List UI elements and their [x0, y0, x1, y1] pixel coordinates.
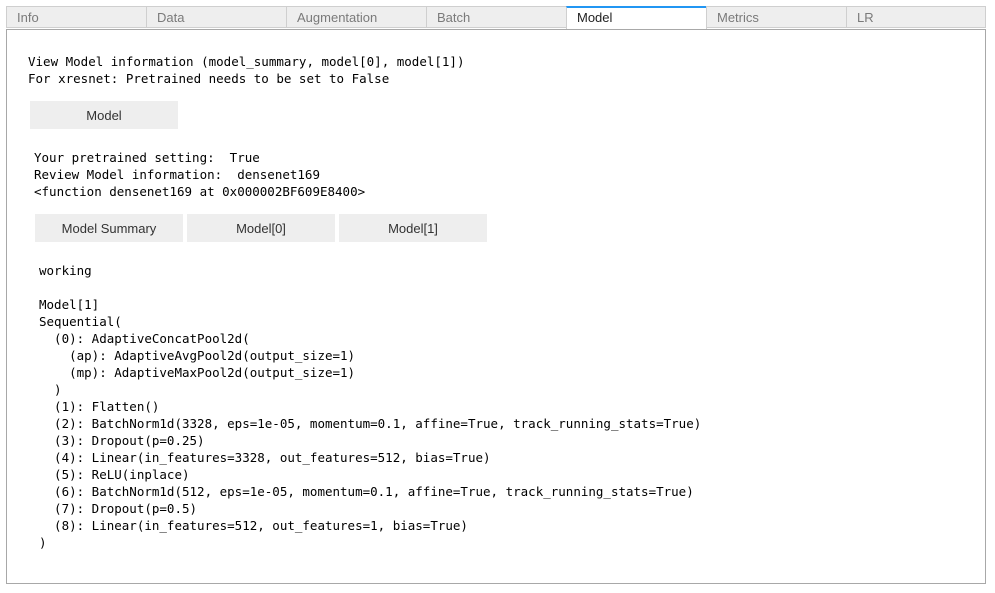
output-line: (6): BatchNorm1d(512, eps=1e-05, momentu… [39, 484, 694, 499]
output-line: (ap): AdaptiveAvgPool2d(output_size=1) [39, 348, 356, 363]
model-0-button[interactable]: Model[0] [187, 214, 335, 242]
output-line: (mp): AdaptiveMaxPool2d(output_size=1) [39, 365, 356, 380]
status-text: working [39, 263, 92, 278]
tab-lr[interactable]: LR [846, 6, 986, 28]
output-line: Sequential( [39, 314, 122, 329]
output-line: (5): ReLU(inplace) [39, 467, 190, 482]
pretrained-setting: Your pretrained setting: True [34, 150, 260, 165]
output-line: (0): AdaptiveConcatPool2d( [39, 331, 250, 346]
output-line: ) [39, 382, 62, 397]
output-line: (2): BatchNorm1d(3328, eps=1e-05, moment… [39, 416, 702, 431]
model-function: <function densenet169 at 0x000002BF609E8… [34, 184, 366, 199]
tab-augmentation[interactable]: Augmentation [286, 6, 427, 28]
tab-model[interactable]: Model [566, 6, 707, 30]
intro-line-2: For xresnet: Pretrained needs to be set … [28, 71, 390, 86]
tab-metrics[interactable]: Metrics [706, 6, 847, 28]
output-line: (4): Linear(in_features=3328, out_featur… [39, 450, 491, 465]
intro-line-1: View Model information (model_summary, m… [28, 54, 465, 69]
model-summary-button[interactable]: Model Summary [35, 214, 183, 242]
model-panel: View Model information (model_summary, m… [6, 29, 986, 584]
review-model-info: Review Model information: densenet169 [34, 167, 320, 182]
model-button[interactable]: Model [30, 101, 178, 129]
tab-info[interactable]: Info [6, 6, 147, 28]
output-line: ) [39, 535, 47, 550]
tab-bar: Info Data Augmentation Batch Model Metri… [6, 6, 986, 30]
output-line: (3): Dropout(p=0.25) [39, 433, 205, 448]
output-line: Model[1] [39, 297, 100, 312]
output-line: (1): Flatten() [39, 399, 160, 414]
tab-data[interactable]: Data [146, 6, 287, 28]
model-1-button[interactable]: Model[1] [339, 214, 487, 242]
output-line: (7): Dropout(p=0.5) [39, 501, 198, 516]
output-line: (8): Linear(in_features=512, out_feature… [39, 518, 468, 533]
tab-batch[interactable]: Batch [426, 6, 567, 28]
